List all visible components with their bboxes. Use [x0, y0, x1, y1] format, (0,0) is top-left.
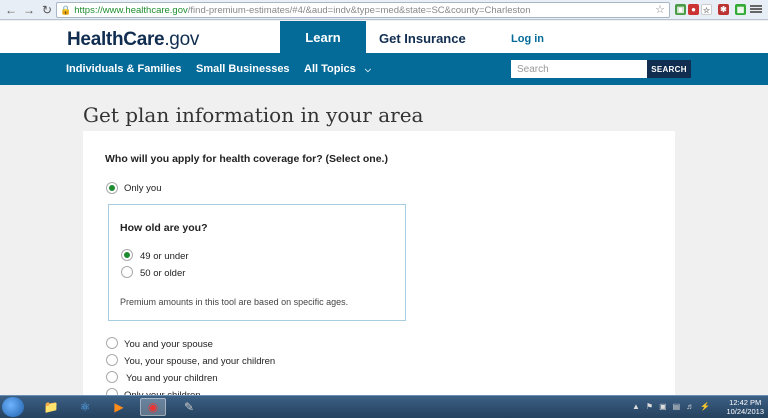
login-link[interactable]: Log in	[511, 33, 544, 45]
radio-you-spouse-children[interactable]	[106, 354, 118, 366]
option-label: You, your spouse, and your children	[124, 356, 276, 367]
extension-icon[interactable]: ▦	[735, 4, 746, 15]
search-button[interactable]: SEARCH	[647, 60, 691, 78]
adblock-icon[interactable]: ●	[688, 4, 699, 15]
nav-small-businesses[interactable]: Small Businesses	[196, 63, 290, 75]
logo-main: HealthCare	[67, 29, 165, 50]
radio-50-or-older[interactable]	[121, 266, 133, 278]
tray-up-arrow-icon[interactable]: ▲	[632, 402, 640, 411]
chrome-icon[interactable]: ◉	[140, 398, 166, 416]
extension-icon[interactable]: ▣	[675, 4, 686, 15]
option-label: 50 or older	[140, 268, 186, 279]
chevron-down-icon: ⌵	[364, 65, 371, 74]
age-subpanel: How old are you? 49 or under 50 or older…	[108, 204, 406, 321]
secondary-nav: Individuals & Families Small Businesses …	[0, 53, 768, 85]
coverage-question: Who will you apply for health coverage f…	[105, 153, 388, 165]
media-player-icon[interactable]: ▶	[106, 398, 132, 416]
logo-suffix: .gov	[164, 29, 200, 50]
back-arrow-icon[interactable]: ←	[4, 3, 18, 17]
nav-all-topics-label: All Topics	[304, 63, 356, 75]
tab-learn[interactable]: Learn	[280, 21, 366, 53]
clock[interactable]: 12:42 PM 10/24/2013	[726, 398, 764, 416]
volume-icon[interactable]: ♬	[686, 402, 694, 411]
internet-explorer-icon[interactable]: ⚛	[72, 398, 98, 416]
network-icon[interactable]: ▤	[673, 402, 681, 411]
extension-icon[interactable]: ✱	[718, 4, 729, 15]
option-label: 49 or under	[140, 251, 189, 262]
nav-individuals-families[interactable]: Individuals & Families	[66, 63, 182, 75]
reload-icon[interactable]: ↻	[40, 3, 54, 17]
healthcare-logo[interactable]: HealthCare.gov	[67, 29, 199, 51]
clock-time: 12:42 PM	[729, 398, 762, 407]
radio-49-or-under[interactable]	[121, 249, 133, 261]
explorer-icon[interactable]: 📁	[38, 398, 64, 416]
age-question: How old are you?	[120, 222, 208, 234]
site-header: HealthCare.gov Learn Get Insurance Log i…	[0, 21, 768, 53]
power-icon[interactable]: ⚡	[700, 402, 710, 411]
option-label: Only you	[124, 183, 162, 194]
app-icon[interactable]: ✎	[176, 398, 202, 416]
flag-icon[interactable]: ⚑	[646, 402, 653, 411]
bookmark-star-icon[interactable]: ☆	[655, 3, 665, 16]
option-label: You and your children	[126, 373, 218, 384]
radio-only-you[interactable]	[106, 182, 118, 194]
display-icon[interactable]: ▣	[659, 402, 667, 411]
option-label: You and your spouse	[124, 339, 213, 350]
lock-icon: 🔒	[60, 4, 72, 15]
url-scheme: https://	[74, 4, 103, 16]
nav-all-topics[interactable]: All Topics ⌵	[304, 63, 371, 75]
extension-icon[interactable]: ☆	[701, 4, 712, 15]
url-host: www.healthcare.gov	[102, 4, 188, 16]
page-title: Get plan information in your area	[83, 103, 424, 127]
tab-get-insurance[interactable]: Get Insurance	[379, 31, 466, 46]
menu-icon[interactable]	[750, 3, 762, 15]
url-path: /find-premium-estimates/#4/&aud=indv&typ…	[187, 4, 531, 16]
radio-you-and-spouse[interactable]	[106, 337, 118, 349]
system-tray: ▲ ⚑ ▣ ▤ ♬ ⚡	[632, 402, 710, 411]
forward-arrow-icon[interactable]: →	[22, 3, 36, 17]
browser-toolbar: ← → ↻ 🔒 https://www.healthcare.gov/find-…	[0, 0, 768, 20]
clock-date: 10/24/2013	[726, 407, 764, 416]
start-button[interactable]	[2, 397, 24, 417]
address-bar[interactable]: 🔒 https://www.healthcare.gov/find-premiu…	[56, 2, 670, 18]
age-note: Premium amounts in this tool are based o…	[120, 297, 349, 307]
radio-you-and-children[interactable]	[106, 371, 118, 383]
coverage-form-card: Who will you apply for health coverage f…	[83, 131, 675, 401]
search-input[interactable]	[511, 60, 647, 78]
taskbar: 📁 ⚛ ▶ ◉ ✎ ▲ ⚑ ▣ ▤ ♬ ⚡ 12:42 PM 10/24/201…	[0, 395, 768, 418]
